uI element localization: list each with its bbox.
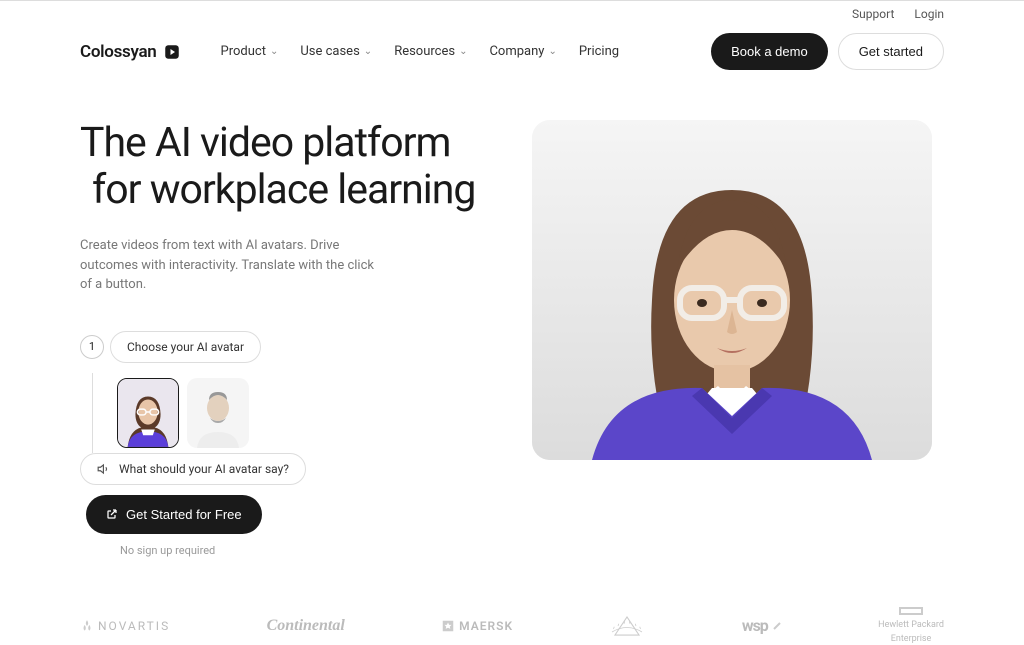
step-1-label: Choose your AI avatar [110,331,261,363]
nav-resources[interactable]: Resources⌄ [394,44,467,59]
client-logos-row: NOVARTIS Continental MAERSK wsp Hewlett … [0,587,1024,645]
logo-icon [163,43,181,61]
chevron-down-icon: ⌄ [459,46,467,57]
avatar-option-2[interactable] [187,378,249,448]
external-link-icon [106,508,118,520]
nav-product[interactable]: Product⌄ [221,44,279,59]
login-link[interactable]: Login [914,7,944,21]
brand-logo[interactable]: Colossyan [80,42,181,62]
logo-hpe: Hewlett Packard Enterprise [878,607,944,645]
step-2-pill[interactable]: What should your AI avatar say? [80,453,306,485]
chevron-down-icon: ⌄ [364,46,372,57]
avatar-option-1[interactable] [117,378,179,448]
get-started-button[interactable]: Get started [838,33,944,70]
hpe-bar-icon [899,607,923,615]
support-link[interactable]: Support [852,7,894,21]
brand-name: Colossyan [80,42,157,62]
nav-usecases[interactable]: Use cases⌄ [300,44,372,59]
step-1-number: 1 [80,335,104,359]
sound-icon [97,462,111,476]
logo-maersk: MAERSK [441,619,513,633]
no-signup-note: No sign up required [120,544,492,557]
book-demo-button[interactable]: Book a demo [711,33,828,70]
get-started-free-button[interactable]: Get Started for Free [86,495,262,534]
hero-avatar-preview [532,120,932,460]
hero-subtitle: Create videos from text with AI avatars.… [80,236,380,295]
hero-title: The AI video platform for workplace lear… [80,120,492,214]
logo-continental: Continental [267,617,345,635]
nav-company[interactable]: Company⌄ [489,44,556,59]
logo-wsp: wsp [742,616,782,635]
logo-paramount [609,612,645,640]
nav-pricing[interactable]: Pricing [579,44,619,59]
logo-novartis: NOVARTIS [80,619,170,633]
chevron-down-icon: ⌄ [270,46,278,57]
chevron-down-icon: ⌄ [548,46,556,57]
